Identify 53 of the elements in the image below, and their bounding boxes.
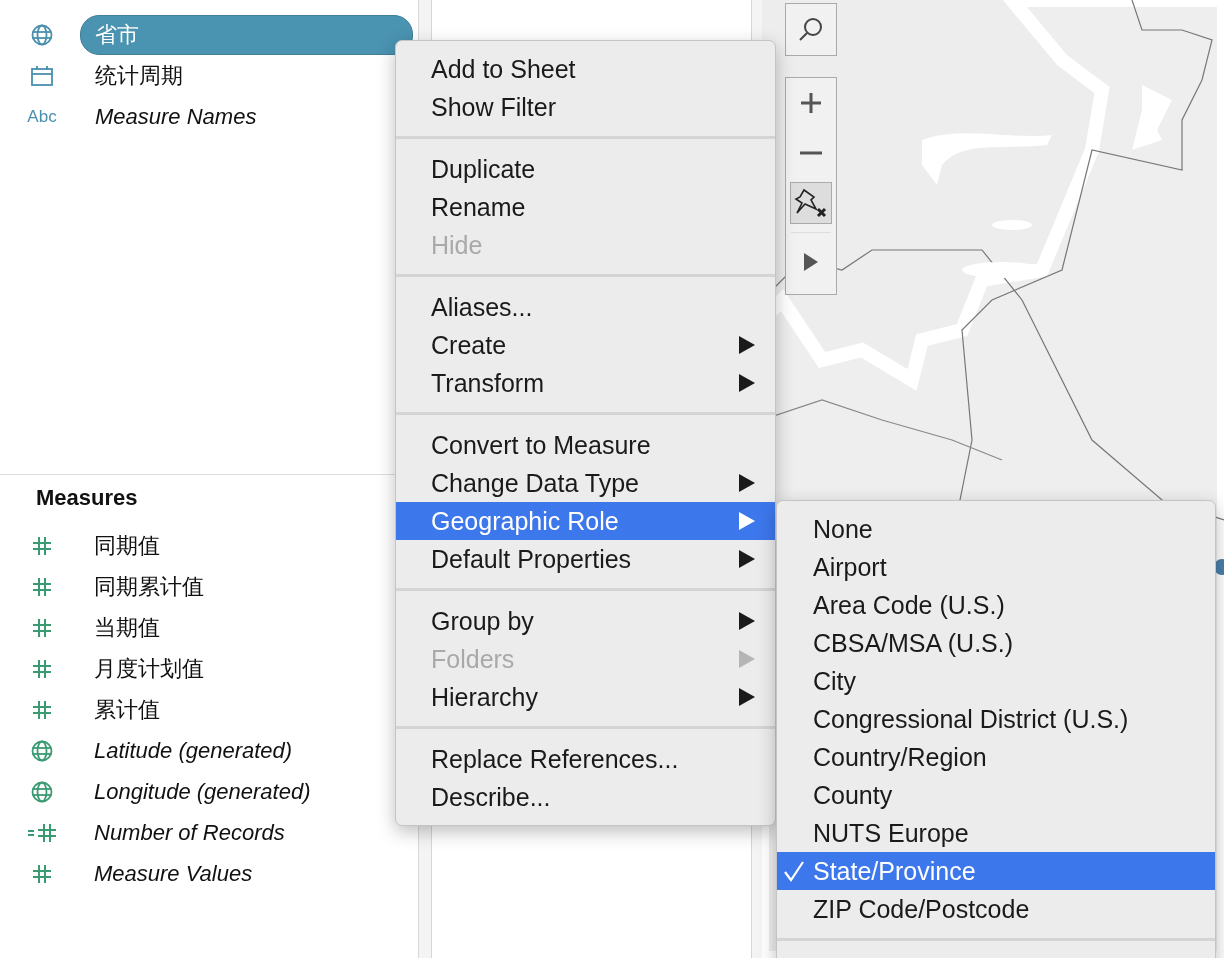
field-label[interactable]: 当期值 [80, 612, 160, 643]
menu-item[interactable]: Replace References... [396, 740, 775, 778]
calendar-icon [31, 65, 53, 86]
field-label[interactable]: Measure Values [80, 860, 253, 887]
field-label[interactable]: Latitude (generated) [80, 737, 293, 764]
hash-icon [32, 535, 52, 556]
hash-icon [32, 617, 52, 638]
field-label[interactable]: Number of Records [80, 819, 285, 846]
menu-item[interactable]: Rename [396, 188, 775, 226]
menu-item[interactable]: Geographic Role [396, 502, 775, 540]
menu-item[interactable]: Group by [396, 602, 775, 640]
menu-item[interactable]: Country/Region [777, 738, 1215, 776]
field-label[interactable]: 累计值 [80, 694, 160, 725]
menu-item[interactable]: CBSA/MSA (U.S.) [777, 624, 1215, 662]
menu-item[interactable]: City [777, 662, 1215, 700]
menu-item[interactable]: Describe... [396, 778, 775, 816]
menu-item[interactable]: County [777, 776, 1215, 814]
menu-item[interactable]: Default Properties [396, 540, 775, 578]
menu-item[interactable]: Aliases... [396, 288, 775, 326]
minus-icon [800, 151, 822, 155]
menu-item[interactable]: Hierarchy [396, 678, 775, 716]
pin-x-icon [794, 187, 828, 219]
field-label[interactable]: 同期累计值 [80, 571, 204, 602]
menu-item[interactable]: Change Data Type [396, 464, 775, 502]
globe-icon [31, 739, 53, 762]
hash-icon [32, 699, 52, 720]
menu-item[interactable]: NUTS Europe [777, 814, 1215, 852]
menu-item[interactable]: Transform [396, 364, 775, 402]
menu-item[interactable]: Airport [777, 548, 1215, 586]
menu-item[interactable]: State/Province [777, 852, 1215, 890]
menu-item[interactable]: Congressional District (U.S.) [777, 700, 1215, 738]
hash-icon [32, 576, 52, 597]
hash-icon [32, 863, 52, 884]
globe-icon [31, 780, 53, 803]
menu-item[interactable]: Show Filter [396, 88, 775, 126]
plus-icon [800, 92, 822, 114]
menu-item[interactable]: ZIP Code/Postcode [777, 890, 1215, 928]
menu-item[interactable]: None [777, 510, 1215, 548]
section-title: Measures [35, 484, 139, 512]
menu-item[interactable]: Area Code (U.S.) [777, 586, 1215, 624]
search-icon [798, 16, 824, 42]
hash-icon [32, 658, 52, 679]
count-hash-icon [27, 822, 57, 843]
menu-item[interactable]: Create [396, 326, 775, 364]
play-icon [804, 253, 818, 271]
menu-item[interactable]: Convert to Measure [396, 426, 775, 464]
string-type-label: Abc [27, 106, 57, 127]
globe-icon [31, 23, 53, 46]
unpin-button[interactable] [790, 182, 832, 224]
menu-item[interactable]: Duplicate [396, 150, 775, 188]
field-label[interactable]: 月度计划值 [80, 653, 204, 684]
field-label[interactable]: Longitude (generated) [80, 778, 311, 805]
field-label[interactable]: 同期值 [80, 530, 160, 561]
